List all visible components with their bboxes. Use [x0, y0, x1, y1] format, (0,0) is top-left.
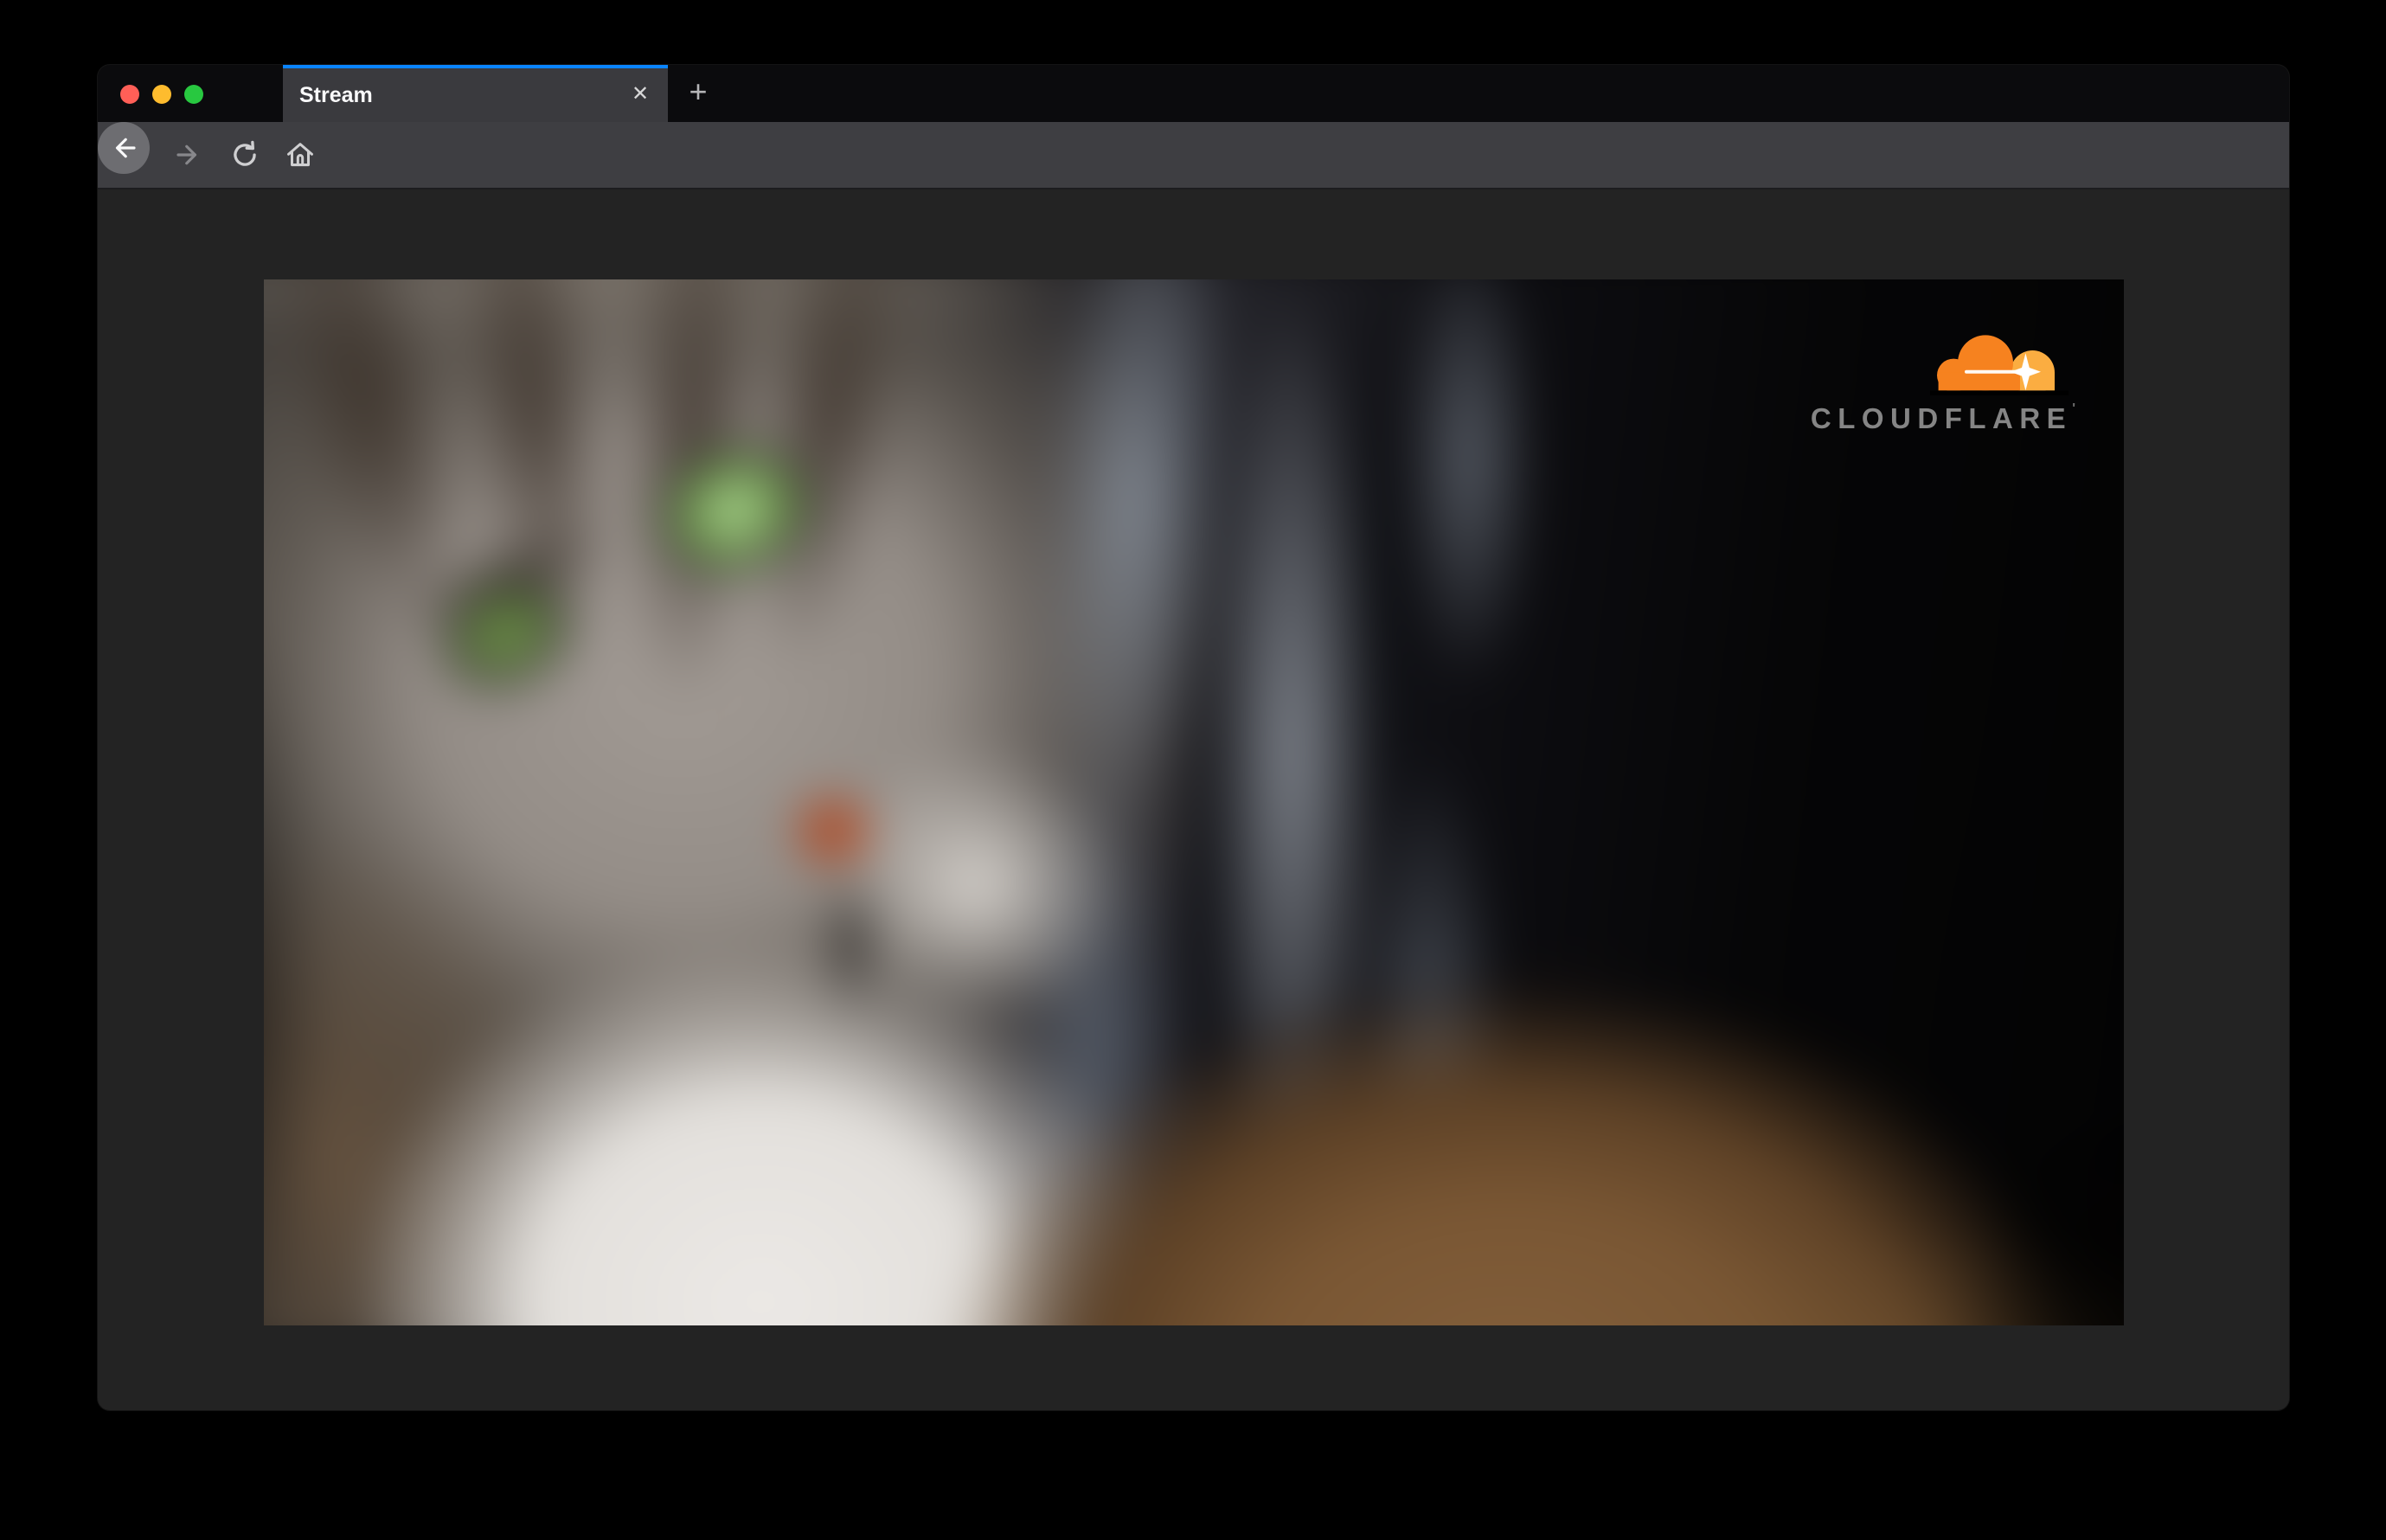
back-button[interactable]	[98, 122, 150, 174]
cloudflare-wordmark: CLOUDFLARE'	[1810, 401, 2075, 434]
tab-stream[interactable]: Stream ✕	[283, 65, 668, 122]
browser-window: Stream ✕ + CLOUDFLARE'	[98, 65, 2289, 1410]
back-arrow-icon	[108, 132, 139, 164]
new-tab-button[interactable]: +	[679, 65, 717, 122]
trademark-tick: '	[2072, 401, 2075, 416]
traffic-close-button[interactable]	[120, 85, 139, 104]
desktop: Stream ✕ + CLOUDFLARE'	[0, 0, 2386, 1540]
titlebar[interactable]: Stream ✕ +	[98, 65, 2289, 122]
video-frame-blurry-cat	[264, 279, 2124, 1325]
navigation-toolbar: https://watch.cloudflarestream.com/11859…	[98, 122, 2289, 238]
cloudflare-watermark: CLOUDFLARE'	[1811, 330, 2075, 435]
tab-title: Stream	[299, 83, 373, 107]
home-icon	[284, 138, 317, 171]
reload-icon	[228, 138, 261, 171]
home-button[interactable]	[283, 122, 317, 188]
forward-arrow-icon	[173, 139, 204, 170]
traffic-zoom-button[interactable]	[184, 85, 203, 104]
forward-button[interactable]	[171, 122, 206, 188]
reload-button[interactable]	[228, 122, 262, 188]
video-player[interactable]: CLOUDFLARE'	[264, 279, 2124, 1325]
cloudflare-cloud-icon	[1930, 335, 2069, 395]
page-content: CLOUDFLARE'	[98, 189, 2289, 1410]
tab-close-icon[interactable]: ✕	[625, 68, 656, 122]
traffic-minimize-button[interactable]	[152, 85, 171, 104]
